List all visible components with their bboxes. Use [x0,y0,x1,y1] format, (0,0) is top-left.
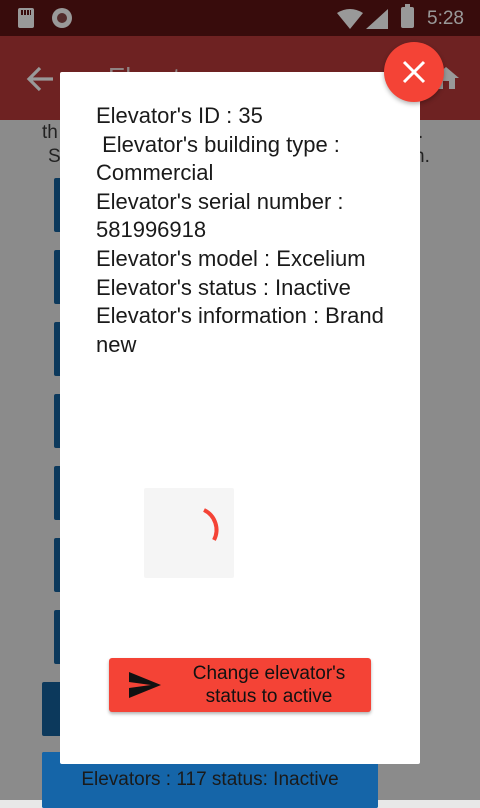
change-status-button-label: Change elevator's status to active [192,663,346,707]
elevator-status: Elevator's status : Inactive [96,274,351,300]
elevator-details-dialog: Elevator's ID : 35 Elevator's building t… [60,72,420,764]
elevator-id: Elevator's ID : 35 [96,103,263,128]
elevator-list-button-label: Elevators : 117 status: Inactive [81,769,339,790]
spinner-icon [203,508,219,541]
elevator-information: Elevator's information : Brand new [96,303,391,357]
close-button[interactable] [384,42,444,102]
elevator-serial-number: Elevator's serial number : 581996918 [96,188,350,243]
close-icon [402,60,426,84]
elevator-model: Elevator's model : Excelium [96,245,366,271]
elevator-building-type: Elevator's building type : Commercial [96,131,347,186]
change-status-button[interactable]: Change elevator's status to active [109,658,371,712]
elevator-info: Elevator's ID : 35 Elevator's building t… [96,102,396,359]
send-icon [129,672,161,698]
loading-spinner [144,488,234,578]
